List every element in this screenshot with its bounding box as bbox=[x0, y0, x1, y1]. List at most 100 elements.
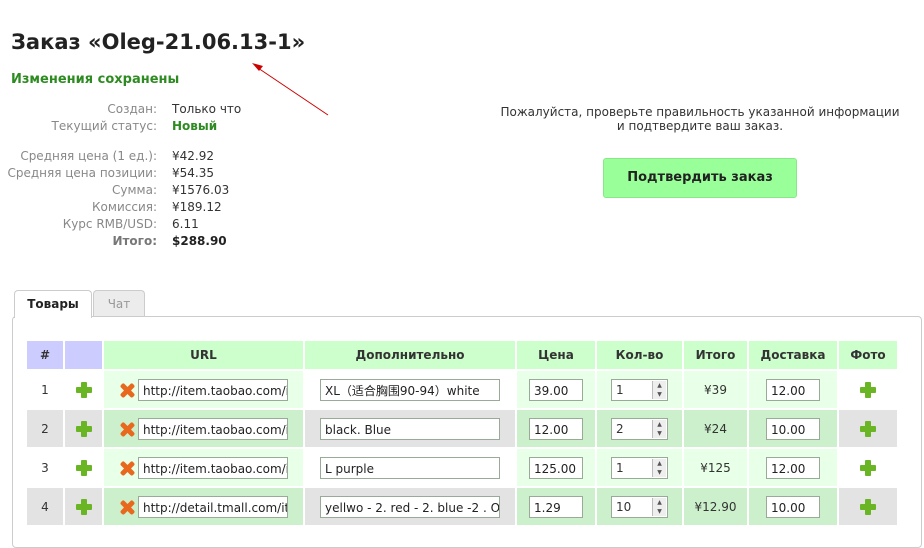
add-plus-icon[interactable] bbox=[75, 420, 93, 438]
quantity-stepper[interactable]: 2 ▲ ▼ bbox=[611, 417, 668, 440]
add-cell bbox=[65, 410, 102, 447]
extra-cell: L purple bbox=[305, 449, 515, 486]
qty-cell: 10 ▲ ▼ bbox=[597, 488, 682, 525]
photo-cell bbox=[839, 371, 897, 408]
delivery-input[interactable]: 10.00 bbox=[766, 495, 820, 518]
total-cell: ¥125 bbox=[684, 449, 747, 486]
row-number: 2 bbox=[27, 410, 63, 447]
info-label: Текущий статус: bbox=[51, 119, 157, 133]
add-photo-plus-icon[interactable] bbox=[859, 420, 877, 438]
price-input[interactable]: 125.00 bbox=[529, 456, 583, 479]
delivery-cell: 10.00 bbox=[749, 488, 837, 525]
photo-cell bbox=[839, 488, 897, 525]
info-row-sum: Сумма: ¥1576.03 bbox=[0, 182, 229, 199]
add-plus-icon[interactable] bbox=[75, 381, 93, 399]
info-label: Комиссия: bbox=[92, 200, 157, 214]
price-input[interactable]: 1.29 bbox=[529, 495, 583, 518]
add-photo-plus-icon[interactable] bbox=[859, 381, 877, 399]
tab-goods[interactable]: Товары bbox=[14, 290, 92, 318]
extra-input[interactable]: black. Blue bbox=[320, 417, 500, 440]
add-photo-plus-icon[interactable] bbox=[859, 459, 877, 477]
col-header-delivery: Доставка bbox=[749, 341, 837, 369]
add-photo-plus-icon[interactable] bbox=[859, 498, 877, 516]
table-header-row: # URL Дополнительно Цена Кол-во Итого До… bbox=[27, 341, 897, 369]
stepper-buttons[interactable]: ▲ ▼ bbox=[652, 497, 666, 516]
extra-cell: XL（适合胸围90-94）white bbox=[305, 371, 515, 408]
table-row: 4 http://detail.tmall.com/it yellwo - 2.… bbox=[27, 488, 897, 525]
photo-cell bbox=[839, 449, 897, 486]
col-header-qty: Кол-во bbox=[597, 341, 682, 369]
price-input[interactable]: 39.00 bbox=[529, 378, 583, 401]
table-row: 1 http://item.taobao.com/i XL（适合胸围90-94）… bbox=[27, 371, 897, 408]
stepper-buttons[interactable]: ▲ ▼ bbox=[652, 419, 666, 438]
price-input[interactable]: 12.00 bbox=[529, 417, 583, 440]
url-input[interactable]: http://item.taobao.com/i bbox=[138, 417, 288, 440]
info-value: ¥1576.03 bbox=[172, 183, 230, 197]
info-row-avg-unit: Средняя цена (1 ед.): ¥42.92 bbox=[0, 148, 214, 165]
saved-message: Изменения сохранены bbox=[11, 72, 180, 87]
info-label: Итого: bbox=[112, 234, 157, 248]
delivery-input[interactable]: 12.00 bbox=[766, 378, 820, 401]
confirm-instructions: Пожалуйста, проверьте правильность указа… bbox=[500, 105, 900, 133]
url-cell: http://item.taobao.com/i bbox=[104, 410, 303, 447]
remove-x-icon[interactable] bbox=[119, 499, 135, 515]
delivery-input[interactable]: 10.00 bbox=[766, 417, 820, 440]
row-number: 3 bbox=[27, 449, 63, 486]
delivery-cell: 12.00 bbox=[749, 371, 837, 408]
quantity-stepper[interactable]: 10 ▲ ▼ bbox=[611, 495, 668, 518]
row-number: 4 bbox=[27, 488, 63, 525]
status-badge: Новый bbox=[172, 119, 218, 133]
extra-input[interactable]: yellwo - 2. red - 2. blue -2 . O bbox=[320, 495, 500, 518]
quantity-stepper[interactable]: 1 ▲ ▼ bbox=[611, 378, 668, 401]
info-label: Курс RMB/USD: bbox=[62, 217, 157, 231]
delivery-input[interactable]: 12.00 bbox=[766, 456, 820, 479]
extra-input[interactable]: L purple bbox=[320, 456, 500, 479]
price-cell: 12.00 bbox=[517, 410, 595, 447]
confirm-order-button[interactable]: Подтвердить заказ bbox=[603, 158, 797, 198]
add-plus-icon[interactable] bbox=[75, 459, 93, 477]
url-input[interactable]: http://item.taobao.com/i bbox=[138, 456, 288, 479]
stepper-buttons[interactable]: ▲ ▼ bbox=[652, 458, 666, 477]
col-header-num: # bbox=[27, 341, 63, 369]
col-header-url: URL bbox=[104, 341, 303, 369]
info-value: ¥42.92 bbox=[172, 149, 214, 163]
url-input[interactable]: http://item.taobao.com/i bbox=[138, 378, 288, 401]
info-label: Средняя цена (1 ед.): bbox=[20, 149, 157, 163]
tab-chat[interactable]: Чат bbox=[93, 290, 145, 317]
delivery-cell: 12.00 bbox=[749, 449, 837, 486]
add-plus-icon[interactable] bbox=[75, 498, 93, 516]
info-row-avg-position: Средняя цена позиции: ¥54.35 bbox=[0, 165, 214, 182]
qty-cell: 2 ▲ ▼ bbox=[597, 410, 682, 447]
extra-input[interactable]: XL（适合胸围90-94）white bbox=[320, 378, 500, 401]
table-row: 3 http://item.taobao.com/i L purple 125.… bbox=[27, 449, 897, 486]
info-value: ¥189.12 bbox=[172, 200, 222, 214]
remove-x-icon[interactable] bbox=[119, 460, 135, 476]
remove-x-icon[interactable] bbox=[119, 421, 135, 437]
col-header-price: Цена bbox=[517, 341, 595, 369]
add-cell bbox=[65, 449, 102, 486]
add-cell bbox=[65, 488, 102, 525]
info-row-total: Итого: $288.90 bbox=[0, 233, 226, 250]
confirm-text-line: и подтвердите ваш заказ. bbox=[616, 119, 784, 133]
qty-cell: 1 ▲ ▼ bbox=[597, 371, 682, 408]
quantity-stepper[interactable]: 1 ▲ ▼ bbox=[611, 456, 668, 479]
order-title: Заказ «Oleg-21.06.13-1» bbox=[11, 30, 306, 54]
stepper-buttons[interactable]: ▲ ▼ bbox=[652, 380, 666, 399]
extra-cell: black. Blue bbox=[305, 410, 515, 447]
url-input[interactable]: http://detail.tmall.com/it bbox=[138, 495, 288, 518]
remove-x-icon[interactable] bbox=[119, 382, 135, 398]
col-header-photo: Фото bbox=[839, 341, 897, 369]
qty-cell: 1 ▲ ▼ bbox=[597, 449, 682, 486]
price-cell: 125.00 bbox=[517, 449, 595, 486]
table-row: 2 http://item.taobao.com/i black. Blue 1… bbox=[27, 410, 897, 447]
goods-table: # URL Дополнительно Цена Кол-во Итого До… bbox=[25, 339, 899, 527]
add-cell bbox=[65, 371, 102, 408]
info-value: Только что bbox=[172, 102, 242, 116]
price-cell: 1.29 bbox=[517, 488, 595, 525]
info-row-status: Текущий статус: Новый bbox=[0, 118, 218, 135]
info-value: ¥54.35 bbox=[172, 166, 214, 180]
total-cell: ¥24 bbox=[684, 410, 747, 447]
order-total: $288.90 bbox=[172, 234, 227, 248]
photo-cell bbox=[839, 410, 897, 447]
col-header-add bbox=[65, 341, 102, 369]
